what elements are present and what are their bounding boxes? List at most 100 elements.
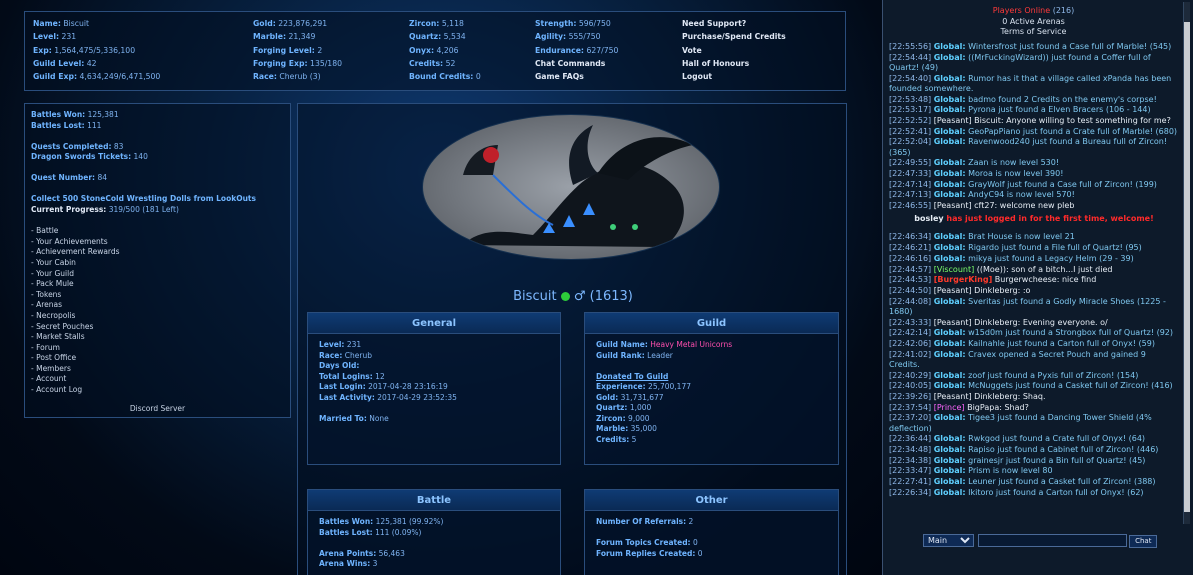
chat-sender[interactable]: Global: [934,477,966,486]
guild-name-link[interactable]: Heavy Metal Unicorns [650,340,732,349]
nav-item[interactable]: - Your Guild [31,269,284,280]
chat-sender[interactable]: Global: [934,53,966,62]
nav-item[interactable]: - Forum [31,343,284,354]
chat-sender[interactable]: [Prince] [934,403,965,412]
battle-title: Battle [308,490,560,511]
nav-item[interactable]: - Members [31,364,284,375]
stat-label: Quartz: [409,32,442,42]
chat-message-input[interactable] [977,534,1127,547]
chat-sender[interactable]: [Peasant] [934,392,972,401]
nav-item[interactable]: - Arenas [31,300,284,311]
chat-sender[interactable]: Global: [934,169,966,178]
chat-sender[interactable]: Global: [934,371,966,380]
chat-channel-select[interactable]: Main [923,534,974,547]
vote-link[interactable]: Vote [682,46,702,55]
guild-box: Guild Guild Name: Heavy Metal Unicorns G… [584,312,839,465]
stats-col-4: Strength: 596/750 Agility: 555/750 Endur… [535,19,618,85]
login-user: bosley [914,214,944,224]
chat-sender[interactable]: Global: [934,381,966,390]
chat-sender[interactable]: Global: [934,105,966,114]
nav-item[interactable]: - Account [31,374,284,385]
logout-link[interactable]: Logout [682,72,712,81]
chat-sender[interactable]: Global: [934,243,966,252]
progress-label: Current Progress: [31,205,107,215]
active-arenas[interactable]: 0 Active Arenas [887,17,1180,28]
chat-sender[interactable]: [Viscount] [934,265,975,274]
nav-item-label[interactable]: Achievement Rewards [36,247,119,256]
chat-sender[interactable]: Global: [934,190,966,199]
discord-link[interactable]: Discord Server [31,404,284,413]
chat-sender[interactable]: Global: [934,456,966,465]
chat-sender[interactable]: Global: [934,137,966,146]
hall-of-honours-link[interactable]: Hall of Honours [682,59,749,68]
chat-sender[interactable]: Global: [934,466,966,475]
purchase-credits-link[interactable]: Purchase/Spend Credits [682,32,786,41]
chat-sender[interactable]: Global: [934,297,966,306]
nav-item-label[interactable]: Pack Mule [36,279,74,288]
nav-item-label[interactable]: Battle [36,226,58,235]
nav-item-label[interactable]: Account Log [36,385,82,394]
nav-item-label[interactable]: Necropolis [36,311,75,320]
nav-item-label[interactable]: Tokens [36,290,61,299]
nav-item[interactable]: - Secret Pouches [31,322,284,333]
chat-commands-link[interactable]: Chat Commands [535,59,605,68]
terms-link[interactable]: Terms of Service [887,27,1180,38]
nav-item-label[interactable]: Market Stalls [36,332,85,341]
nav-item-label[interactable]: Your Guild [36,269,74,278]
chat-sender[interactable]: Global: [934,413,966,422]
chat-scrollbar-thumb[interactable] [1184,22,1190,512]
chat-sender[interactable]: [BurgerKing] [934,275,993,284]
chat-sender[interactable]: Global: [934,95,966,104]
nav-item-label[interactable]: Members [36,364,71,373]
game-faqs-link[interactable]: Game FAQs [535,72,584,81]
nav-item[interactable]: - Account Log [31,385,284,396]
chat-sender[interactable]: [Peasant] [934,201,972,210]
guild-donation-label: Credits: [596,434,630,444]
nav-item-label[interactable]: Forum [36,343,60,352]
chat-sender[interactable]: [Peasant] [934,116,972,125]
nav-item-label[interactable]: Post Office [36,353,76,362]
nav-item-label[interactable]: Your Achievements [36,237,108,246]
chat-sender[interactable]: Global: [934,180,966,189]
chat-sender[interactable]: Global: [934,127,966,136]
nav-item[interactable]: - Your Cabin [31,258,284,269]
chat-sender[interactable]: Global: [934,158,966,167]
chat-sender[interactable]: Global: [934,434,966,443]
nav-item[interactable]: - Post Office [31,353,284,364]
nav-item[interactable]: - Your Achievements [31,237,284,248]
chat-sender[interactable]: Global: [934,445,966,454]
need-support-link[interactable]: Need Support? [682,19,746,28]
chat-scrollbar[interactable] [1183,2,1190,524]
chat-send-button[interactable]: Chat [1129,534,1158,548]
stat-value: 0 [475,72,481,82]
chat-sender[interactable]: Global: [934,328,966,337]
players-online-label[interactable]: Players Online [993,6,1050,15]
nav-item-label[interactable]: Your Cabin [36,258,76,267]
chat-sender[interactable]: Global: [934,74,966,83]
chat-sender[interactable]: Global: [934,339,966,348]
battle-content: Battles Won: 125,381 (99.92%) Battles Lo… [308,511,560,575]
chat-sender[interactable]: Global: [934,42,966,51]
nav-item[interactable]: - Battle [31,226,284,237]
nav-item[interactable]: - Necropolis [31,311,284,322]
nav-item[interactable]: - Market Stalls [31,332,284,343]
nav-item-label[interactable]: Secret Pouches [36,322,93,331]
chat-sender[interactable]: [Peasant] [934,286,972,295]
stat-value: 555/750 [568,32,601,42]
nav-item-label[interactable]: Arenas [36,300,62,309]
general-value: Cherub [344,350,372,360]
chat-sender[interactable]: Global: [934,488,966,497]
quest-number-label: Quest Number: [31,173,96,183]
nav-item[interactable]: - Tokens [31,290,284,301]
nav-item-label[interactable]: Account [36,374,66,383]
nav-item[interactable]: - Pack Mule [31,279,284,290]
chat-sender[interactable]: Global: [934,254,966,263]
chat-sender[interactable]: Global: [934,350,966,359]
chat-sender[interactable]: [Peasant] [934,318,972,327]
chat-timestamp: [22:47:14] [889,179,932,189]
chat-message: [22:53:17] Global: Pyrona just found a E… [889,105,1179,115]
chat-timestamp: [22:55:56] [889,42,932,51]
nav-item[interactable]: - Achievement Rewards [31,247,284,258]
chat-sender[interactable]: Global: [934,232,966,241]
married-value: None [369,413,389,423]
